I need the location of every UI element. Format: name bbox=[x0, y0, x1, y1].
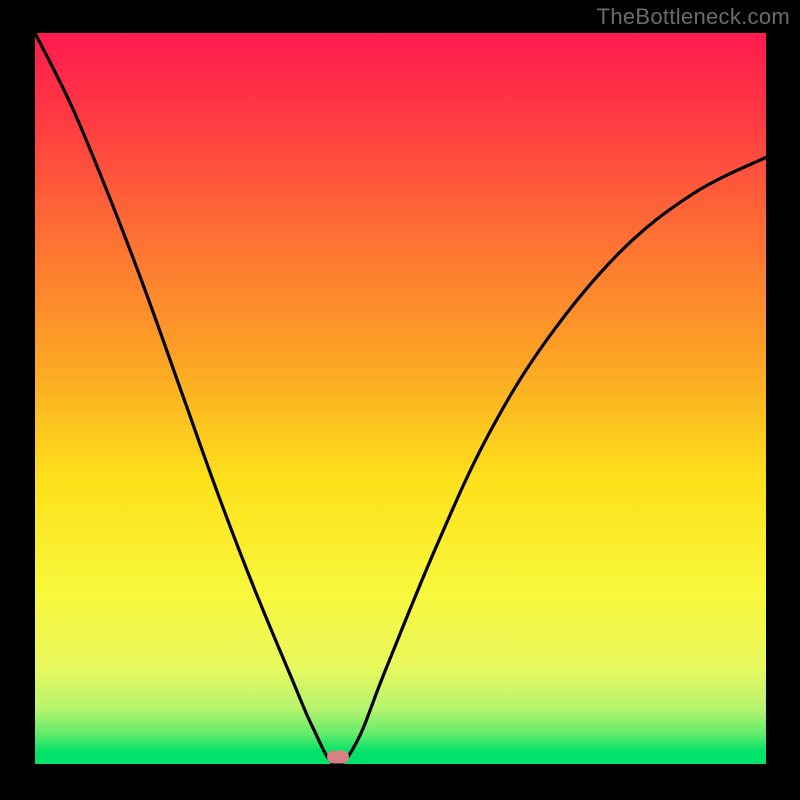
watermark-text: TheBottleneck.com bbox=[597, 4, 790, 30]
bottleneck-curve bbox=[35, 33, 766, 764]
optimum-marker bbox=[327, 751, 349, 764]
plot-area bbox=[35, 33, 766, 764]
chart-frame: TheBottleneck.com bbox=[0, 0, 800, 800]
